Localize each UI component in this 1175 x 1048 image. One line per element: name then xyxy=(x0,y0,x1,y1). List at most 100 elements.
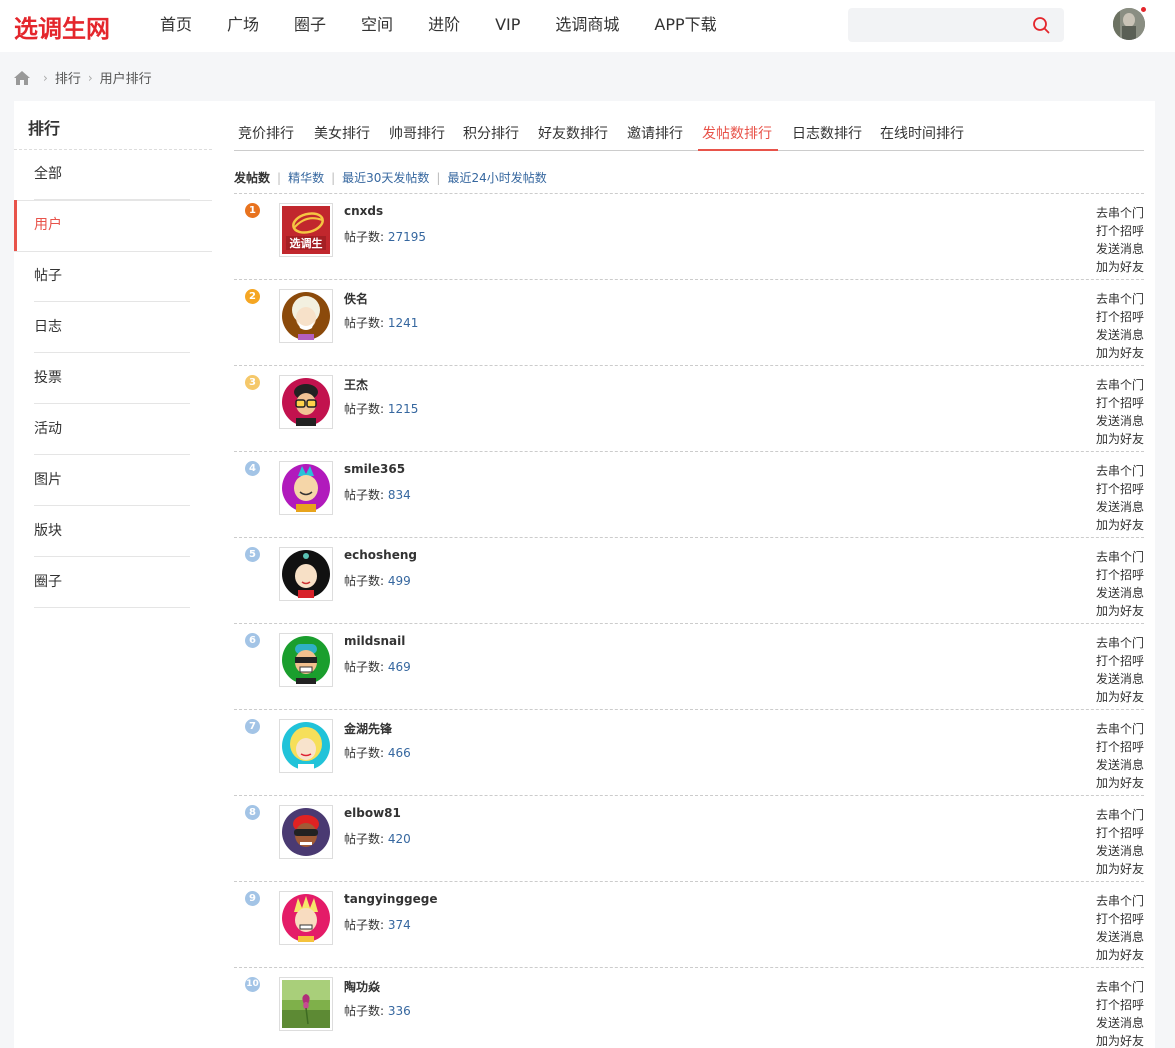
send-message-link[interactable]: 发送消息 xyxy=(1096,842,1144,860)
add-friend-link[interactable]: 加为好友 xyxy=(1096,774,1144,792)
greet-link[interactable]: 打个招呼 xyxy=(1096,824,1144,842)
search-icon[interactable] xyxy=(1032,16,1050,34)
greet-link[interactable]: 打个招呼 xyxy=(1096,996,1144,1014)
send-message-link[interactable]: 发送消息 xyxy=(1096,584,1144,602)
subtab-digest-count[interactable]: 精华数 xyxy=(288,169,324,186)
nav-item-app-download[interactable]: APP下载 xyxy=(654,14,716,36)
greet-link[interactable]: 打个招呼 xyxy=(1096,480,1144,498)
subtab-24-hour-posts[interactable]: 最近24小时发帖数 xyxy=(447,169,546,186)
user-avatar[interactable] xyxy=(279,375,333,429)
user-avatar[interactable]: 选调生 xyxy=(279,203,333,257)
visit-link[interactable]: 去串个门 xyxy=(1096,978,1144,996)
user-avatar[interactable] xyxy=(1113,8,1145,40)
tab-points-ranking[interactable]: 积分排行 xyxy=(463,123,519,143)
nav-item-space[interactable]: 空间 xyxy=(361,14,393,36)
user-avatar[interactable] xyxy=(279,805,333,859)
greet-link[interactable]: 打个招呼 xyxy=(1096,394,1144,412)
greet-link[interactable]: 打个招呼 xyxy=(1096,652,1144,670)
post-count-label: 帖子数: xyxy=(344,1004,385,1018)
user-avatar[interactable] xyxy=(279,547,333,601)
home-icon[interactable] xyxy=(14,70,30,85)
site-logo[interactable]: 选调生网 xyxy=(14,9,110,44)
user-name[interactable]: elbow81 xyxy=(344,806,401,820)
tab-friends-ranking[interactable]: 好友数排行 xyxy=(538,123,608,143)
subtab-30-day-posts[interactable]: 最近30天发帖数 xyxy=(342,169,429,186)
visit-link[interactable]: 去串个门 xyxy=(1096,290,1144,308)
add-friend-link[interactable]: 加为好友 xyxy=(1096,516,1144,534)
user-name[interactable]: 佚名 xyxy=(344,290,368,307)
send-message-link[interactable]: 发送消息 xyxy=(1096,498,1144,516)
greet-link[interactable]: 打个招呼 xyxy=(1096,910,1144,928)
add-friend-link[interactable]: 加为好友 xyxy=(1096,602,1144,620)
nav-item-home[interactable]: 首页 xyxy=(160,14,192,36)
visit-link[interactable]: 去串个门 xyxy=(1096,548,1144,566)
user-avatar[interactable] xyxy=(279,461,333,515)
visit-link[interactable]: 去串个门 xyxy=(1096,892,1144,910)
tab-blog-ranking[interactable]: 日志数排行 xyxy=(792,123,862,143)
sidebar-item-picture[interactable]: 图片 xyxy=(34,455,190,506)
add-friend-link[interactable]: 加为好友 xyxy=(1096,688,1144,706)
add-friend-link[interactable]: 加为好友 xyxy=(1096,258,1144,276)
user-actions: 去串个门 打个招呼 发送消息 加为好友 xyxy=(1096,376,1144,448)
send-message-link[interactable]: 发送消息 xyxy=(1096,670,1144,688)
add-friend-link[interactable]: 加为好友 xyxy=(1096,1032,1144,1048)
send-message-link[interactable]: 发送消息 xyxy=(1096,412,1144,430)
tab-beauty-ranking[interactable]: 美女排行 xyxy=(314,123,370,143)
add-friend-link[interactable]: 加为好友 xyxy=(1096,344,1144,362)
send-message-link[interactable]: 发送消息 xyxy=(1096,928,1144,946)
sidebar-item-forum[interactable]: 版块 xyxy=(34,506,190,557)
send-message-link[interactable]: 发送消息 xyxy=(1096,240,1144,258)
tab-invite-ranking[interactable]: 邀请排行 xyxy=(627,123,683,143)
sidebar-item-activity[interactable]: 活动 xyxy=(34,404,190,455)
sidebar-item-poll[interactable]: 投票 xyxy=(34,353,190,404)
user-name[interactable]: echosheng xyxy=(344,548,417,562)
user-name[interactable]: cnxds xyxy=(344,204,383,218)
user-avatar[interactable] xyxy=(279,633,333,687)
user-name[interactable]: 陶功焱 xyxy=(344,978,380,995)
greet-link[interactable]: 打个招呼 xyxy=(1096,308,1144,326)
nav-item-advance[interactable]: 进阶 xyxy=(428,14,460,36)
user-name[interactable]: 王杰 xyxy=(344,376,368,393)
greet-link[interactable]: 打个招呼 xyxy=(1096,566,1144,584)
greet-link[interactable]: 打个招呼 xyxy=(1096,222,1144,240)
send-message-link[interactable]: 发送消息 xyxy=(1096,326,1144,344)
nav-item-vip[interactable]: VIP xyxy=(495,14,520,36)
user-name[interactable]: 金湖先锋 xyxy=(344,720,392,737)
sidebar-item-all[interactable]: 全部 xyxy=(34,149,190,200)
user-name[interactable]: smile365 xyxy=(344,462,405,476)
greet-link[interactable]: 打个招呼 xyxy=(1096,738,1144,756)
nav-item-mall[interactable]: 选调商城 xyxy=(555,14,619,36)
breadcrumb-item-ranking[interactable]: 排行 xyxy=(55,68,81,87)
tab-handsome-ranking[interactable]: 帅哥排行 xyxy=(389,123,445,143)
search-input[interactable] xyxy=(848,8,1064,42)
user-avatar[interactable] xyxy=(279,977,333,1031)
visit-link[interactable]: 去串个门 xyxy=(1096,204,1144,222)
user-avatar[interactable] xyxy=(279,289,333,343)
nav-item-square[interactable]: 广场 xyxy=(227,14,259,36)
sidebar-item-post[interactable]: 帖子 xyxy=(34,251,190,302)
nav-item-circle[interactable]: 圈子 xyxy=(294,14,326,36)
send-message-link[interactable]: 发送消息 xyxy=(1096,756,1144,774)
add-friend-link[interactable]: 加为好友 xyxy=(1096,860,1144,878)
visit-link[interactable]: 去串个门 xyxy=(1096,720,1144,738)
add-friend-link[interactable]: 加为好友 xyxy=(1096,946,1144,964)
sidebar-item-group[interactable]: 圈子 xyxy=(34,557,190,608)
tab-bid-ranking[interactable]: 竞价排行 xyxy=(238,123,294,143)
add-friend-link[interactable]: 加为好友 xyxy=(1096,430,1144,448)
user-avatar[interactable] xyxy=(279,719,333,773)
sidebar-item-user[interactable]: 用户 xyxy=(34,200,190,251)
sidebar-item-blog[interactable]: 日志 xyxy=(34,302,190,353)
visit-link[interactable]: 去串个门 xyxy=(1096,462,1144,480)
visit-link[interactable]: 去串个门 xyxy=(1096,634,1144,652)
user-name[interactable]: mildsnail xyxy=(344,634,405,648)
user-name[interactable]: tangyinggege xyxy=(344,892,438,906)
send-message-link[interactable]: 发送消息 xyxy=(1096,1014,1144,1032)
visit-link[interactable]: 去串个门 xyxy=(1096,806,1144,824)
visit-link[interactable]: 去串个门 xyxy=(1096,376,1144,394)
tab-online-time-ranking[interactable]: 在线时间排行 xyxy=(880,123,964,143)
tab-posts-ranking[interactable]: 发帖数排行 xyxy=(702,123,772,143)
subtab-post-count[interactable]: 发帖数 xyxy=(234,169,270,186)
post-count-value: 466 xyxy=(387,746,411,760)
user-avatar[interactable] xyxy=(279,891,333,945)
user-actions: 去串个门 打个招呼 发送消息 加为好友 xyxy=(1096,290,1144,362)
